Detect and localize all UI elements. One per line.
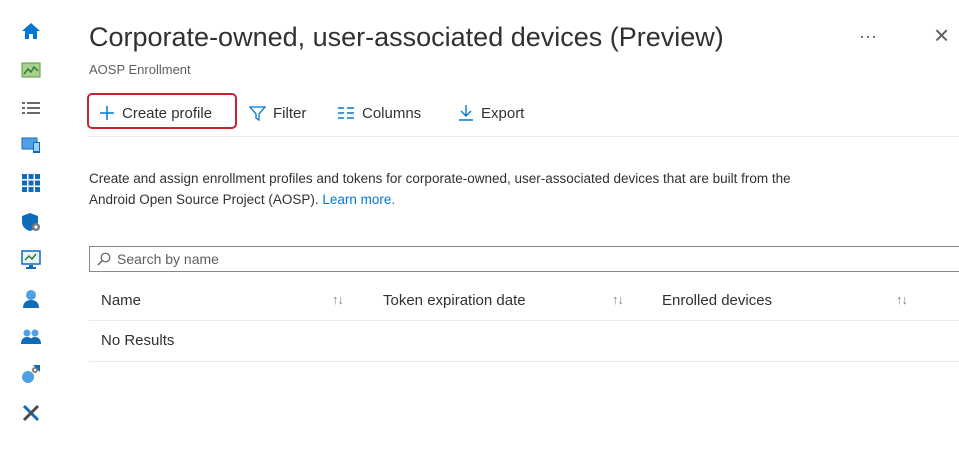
table-header: Name ↑↓ Token expiration date ↑↓ Enrolle… <box>89 280 959 321</box>
columns-button[interactable]: Columns <box>337 95 421 131</box>
search-input[interactable] <box>115 250 819 268</box>
sort-name-icon[interactable]: ↑↓ <box>332 292 344 307</box>
troubleshooting-icon[interactable] <box>20 402 42 424</box>
column-header-token-expiration[interactable]: Token expiration date <box>383 280 526 320</box>
close-button[interactable]: × <box>934 20 949 51</box>
create-profile-label: Create profile <box>122 104 213 122</box>
description-line-2: Android Open Source Project (AOSP). Lear… <box>89 189 791 210</box>
endpoint-security-icon[interactable] <box>20 211 42 233</box>
dashboard-icon[interactable] <box>20 59 42 81</box>
column-header-enrolled-devices[interactable]: Enrolled devices <box>662 280 772 320</box>
no-results-text: No Results <box>101 332 175 349</box>
toolbar-divider <box>87 136 959 137</box>
devices-icon[interactable] <box>20 134 42 156</box>
sort-token-expiration-icon[interactable]: ↑↓ <box>612 292 624 307</box>
export-button[interactable]: Export <box>458 95 524 131</box>
columns-icon <box>337 106 355 120</box>
reports-icon[interactable] <box>20 249 42 271</box>
page-subtitle: AOSP Enrollment <box>89 62 191 77</box>
create-profile-button[interactable]: Create profile <box>99 95 212 131</box>
description-line-2-text: Android Open Source Project (AOSP). <box>89 192 319 207</box>
filter-label: Filter <box>273 104 307 122</box>
home-icon[interactable] <box>20 20 42 42</box>
tenant-administration-icon[interactable] <box>20 363 42 385</box>
plus-icon <box>99 105 115 121</box>
sort-enrolled-devices-icon[interactable]: ↑↓ <box>896 292 908 307</box>
apps-icon[interactable] <box>20 172 42 194</box>
page-description: Create and assign enrollment profiles an… <box>89 168 791 210</box>
page-title: Corporate-owned, user-associated devices… <box>89 22 724 52</box>
more-options-button[interactable]: ··· <box>859 26 877 47</box>
users-icon[interactable] <box>20 288 42 310</box>
table-row-empty: No Results <box>89 321 959 362</box>
column-header-name[interactable]: Name <box>101 280 141 320</box>
filter-button[interactable]: Filter <box>249 95 306 131</box>
command-bar: Create profile Filter Columns Export <box>87 93 959 131</box>
left-nav-rail <box>0 0 62 457</box>
learn-more-link[interactable]: Learn more. <box>322 192 395 207</box>
description-line-1: Create and assign enrollment profiles an… <box>89 171 791 186</box>
columns-label: Columns <box>362 104 422 122</box>
download-icon <box>458 104 474 122</box>
filter-icon <box>249 105 266 122</box>
export-label: Export <box>481 104 525 122</box>
all-services-icon[interactable] <box>20 97 42 119</box>
groups-icon[interactable] <box>20 325 42 347</box>
search-box[interactable] <box>89 246 959 272</box>
search-icon <box>97 252 111 266</box>
main-content: Corporate-owned, user-associated devices… <box>87 0 959 457</box>
